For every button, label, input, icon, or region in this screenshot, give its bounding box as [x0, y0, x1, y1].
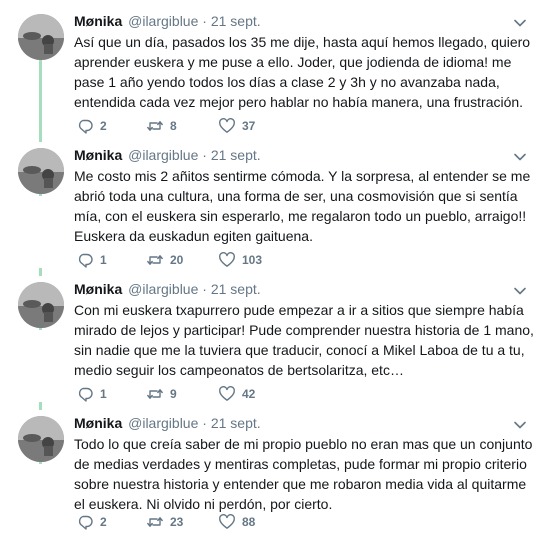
retweet-count: 20 [170, 253, 184, 267]
like-count: 42 [242, 387, 256, 401]
tweet[interactable]: Mønika @ilargiblue · 21 sept. Con mi eus… [0, 268, 553, 406]
author-name[interactable]: Mønika [74, 147, 122, 163]
tweet-text: Así que un día, pasados los 35 me dije, … [74, 34, 531, 110]
tweet-actions: 1 9 42 [74, 384, 374, 404]
reply-button[interactable]: 1 [76, 250, 107, 270]
like-count: 88 [242, 515, 256, 529]
reply-count: 2 [100, 119, 107, 133]
tweet[interactable]: Mønika @ilargiblue · 21 sept. Me costo m… [0, 134, 553, 272]
tweet-date[interactable]: 21 sept. [211, 13, 261, 29]
tweet-text: Me costo mis 2 añitos sentirme cómoda. Y… [74, 168, 531, 244]
retweet-icon [147, 255, 163, 265]
heart-icon [219, 514, 235, 529]
retweet-count: 8 [170, 119, 177, 133]
chevron-down-icon[interactable] [513, 150, 527, 164]
heart-icon [219, 118, 235, 133]
thread-connector-line [39, 402, 42, 410]
retweet-button[interactable]: 9 [146, 384, 177, 404]
chevron-down-icon[interactable] [513, 284, 527, 298]
reply-count: 1 [100, 253, 107, 267]
tweet-date[interactable]: 21 sept. [211, 415, 261, 431]
tweet-header: Mønika @ilargiblue · 21 sept. [74, 414, 261, 432]
thread-connector-line [39, 54, 42, 142]
reply-button[interactable]: 2 [76, 116, 107, 136]
thread-connector-line [39, 134, 42, 142]
tweet[interactable]: Mønika @ilargiblue · 21 sept. Todo lo qu… [0, 402, 553, 534]
heart-icon [219, 386, 235, 401]
chevron-down-icon[interactable] [513, 418, 527, 432]
like-count: 37 [242, 119, 256, 133]
reply-count: 2 [100, 515, 107, 529]
like-button[interactable]: 37 [218, 116, 255, 136]
heart-icon [219, 252, 235, 267]
tweet[interactable]: Mønika @ilargiblue · 21 sept. Así que un… [0, 4, 553, 142]
author-name[interactable]: Mønika [74, 415, 122, 431]
like-button[interactable]: 103 [218, 250, 262, 270]
tweet-header: Mønika @ilargiblue · 21 sept. [74, 12, 261, 30]
tweet-header: Mønika @ilargiblue · 21 sept. [74, 146, 261, 164]
tweet-date[interactable]: 21 sept. [211, 147, 261, 163]
tweet-text: Con mi euskera txapurrero pude empezar a… [74, 302, 534, 378]
tweet-thread: Mønika @ilargiblue · 21 sept. Así que un… [0, 0, 553, 534]
reply-button[interactable]: 2 [76, 512, 107, 532]
like-button[interactable]: 88 [218, 512, 255, 532]
separator-dot: · [202, 415, 207, 431]
tweet-date[interactable]: 21 sept. [211, 281, 261, 297]
tweet-actions: 2 8 37 [74, 116, 374, 136]
separator-dot: · [202, 147, 207, 163]
retweet-icon [147, 517, 163, 527]
avatar[interactable] [18, 282, 64, 328]
tweet-text: Todo lo que creía saber de mi propio pue… [74, 436, 533, 512]
avatar[interactable] [18, 416, 64, 462]
author-name[interactable]: Mønika [74, 281, 122, 297]
retweet-button[interactable]: 20 [146, 250, 183, 270]
retweet-count: 23 [170, 515, 184, 529]
avatar[interactable] [18, 148, 64, 194]
reply-icon [78, 515, 93, 530]
reply-button[interactable]: 1 [76, 384, 107, 404]
reply-icon [78, 253, 93, 268]
retweet-icon [147, 121, 163, 131]
thread-connector-line [39, 268, 42, 276]
separator-dot: · [202, 13, 207, 29]
like-button[interactable]: 42 [218, 384, 255, 404]
chevron-down-icon[interactable] [513, 16, 527, 30]
reply-count: 1 [100, 387, 107, 401]
tweet-actions: 1 20 103 [74, 250, 374, 270]
author-name[interactable]: Mønika [74, 13, 122, 29]
reply-icon [78, 387, 93, 402]
retweet-button[interactable]: 23 [146, 512, 183, 532]
tweet-actions: 2 23 88 [74, 512, 374, 532]
author-handle[interactable]: @ilargiblue [128, 281, 198, 297]
like-count: 103 [242, 253, 263, 267]
separator-dot: · [202, 281, 207, 297]
author-handle[interactable]: @ilargiblue [128, 415, 198, 431]
retweet-button[interactable]: 8 [146, 116, 177, 136]
retweet-count: 9 [170, 387, 177, 401]
author-handle[interactable]: @ilargiblue [128, 147, 198, 163]
author-handle[interactable]: @ilargiblue [128, 13, 198, 29]
reply-icon [78, 119, 93, 134]
retweet-icon [147, 389, 163, 399]
avatar[interactable] [18, 14, 64, 60]
tweet-header: Mønika @ilargiblue · 21 sept. [74, 280, 261, 298]
